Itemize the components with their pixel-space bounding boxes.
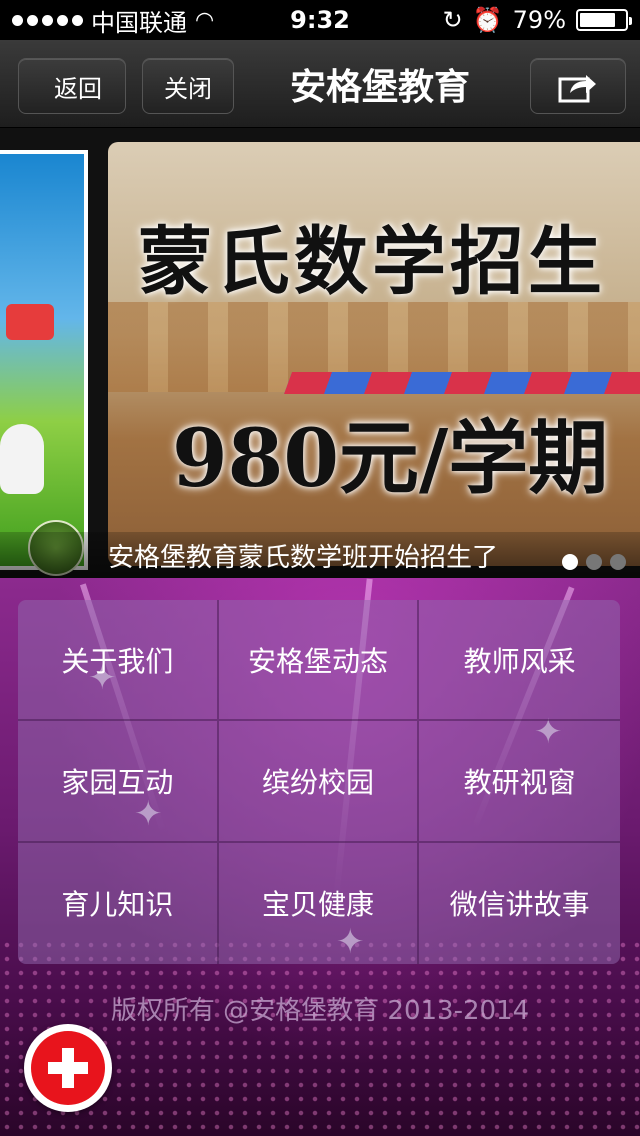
banner-caption-bar: 安格堡教育蒙氏数学班开始招生了 [0,532,640,578]
menu-item-home-school[interactable]: 家园互动 [18,721,219,843]
menu-item-about-us[interactable]: 关于我们 [18,600,219,722]
menu-item-research[interactable]: 教研视窗 [419,721,620,843]
copyright-text: 版权所有 @安格堡教育 2013-2014 [110,996,530,1026]
banner-caption: 安格堡教育蒙氏数学班开始招生了 [108,542,499,573]
close-button-label: 关闭 [164,74,212,103]
battery-fill [580,13,615,27]
signal-dots-icon [12,14,83,26]
rotation-lock-icon: ↻ [442,6,463,34]
slide-current[interactable]: 蒙氏数学招生 980元/学期 [108,142,640,566]
plus-icon [31,1031,105,1105]
add-button[interactable] [24,1024,112,1112]
slide-previous[interactable] [0,150,88,576]
close-button[interactable]: 关闭 [142,58,234,114]
wifi-icon: ◠ [195,7,215,33]
carousel-indicator[interactable] [562,554,626,570]
status-left: 中国联通 ◠ [12,3,214,38]
carousel-dot[interactable] [610,554,626,570]
cartoon-bag-image [6,304,54,340]
page-title: 安格堡教育 [289,67,470,108]
share-icon [558,75,596,103]
banner-carousel[interactable]: 蒙氏数学招生 980元/学期 安格堡教育蒙氏数学班开始招生了 [0,128,640,578]
carousel-dot[interactable] [562,554,578,570]
back-button-label: 返回 [54,74,102,103]
nav-bar: 返回 关闭 安格堡教育 [0,40,640,128]
carousel-dot[interactable] [586,554,602,570]
menu-item-teachers[interactable]: 教师风采 [419,600,620,722]
menu-item-health[interactable]: 宝贝健康 [218,842,420,964]
battery-percent: 79% [512,6,566,34]
slide-price: 980元/学期 [172,411,609,505]
menu-item-parenting[interactable]: 育儿知识 [18,842,219,964]
alarm-icon: ⏰ [472,6,503,34]
slide-headline: 蒙氏数学招生 [138,219,606,305]
battery-icon [576,9,632,31]
status-right: ↻ ⏰ 79% [442,6,632,34]
carrier-label: 中国联通 [91,8,187,37]
menu-item-news[interactable]: 安格堡动态 [218,600,420,722]
math-beads-image [283,372,640,394]
back-button[interactable]: 返回 [18,58,126,114]
status-bar: 中国联通 ◠ 9:32 ↻ ⏰ 79% [0,0,640,40]
cartoon-bunny-image [0,424,44,494]
share-button[interactable] [530,58,626,114]
menu-grid: 关于我们 安格堡动态 教师风采 家园互动 缤纷校园 教研视窗 育儿知识 宝贝健康… [18,600,620,964]
menu-item-campus[interactable]: 缤纷校园 [218,721,420,843]
menu-item-stories[interactable]: 微信讲故事 [419,842,620,964]
